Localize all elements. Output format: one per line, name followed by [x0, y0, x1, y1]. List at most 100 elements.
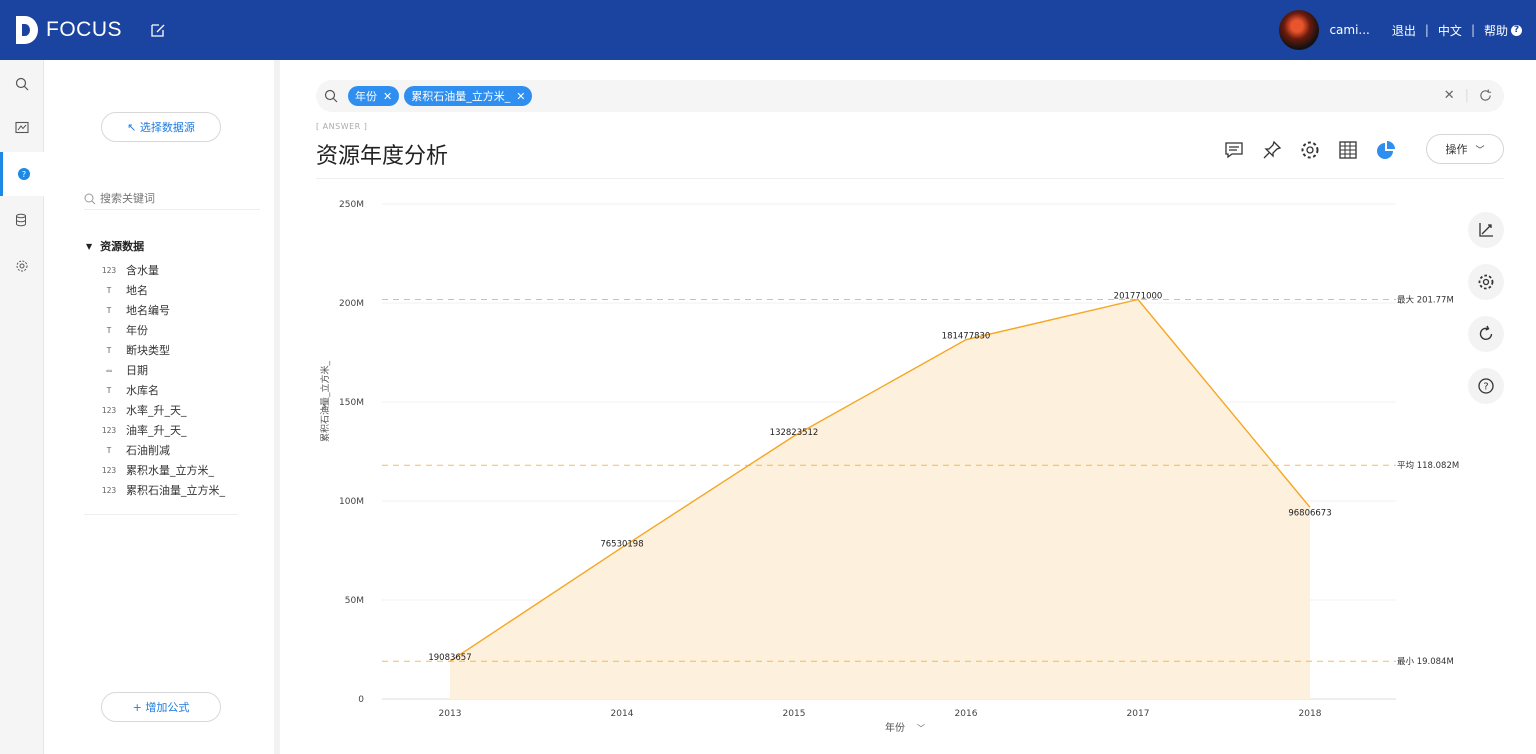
data-label: 96806673: [1288, 508, 1331, 518]
x-tick-label: 2016: [955, 709, 978, 719]
field-item[interactable]: T 地名: [102, 280, 225, 300]
tree-header[interactable]: ▼ 资源数据: [86, 238, 144, 254]
data-source-panel: ↖ 选择数据源 ▼ 资源数据 123 含水量 T 地名 T 地名编号 T 年份 T 断块类型 ▭ 日期…: [44, 60, 280, 754]
field-label: 断块类型: [126, 344, 170, 357]
divider: |: [1464, 88, 1469, 103]
language-link[interactable]: 中文: [1438, 22, 1462, 39]
field-item[interactable]: 123 水率_升_天_: [102, 400, 225, 420]
field-item[interactable]: 123 油率_升_天_: [102, 420, 225, 440]
data-label: 132823512: [770, 428, 819, 438]
gear-icon: [1478, 274, 1494, 290]
axis-icon: [1479, 223, 1493, 237]
text-type-icon: T: [106, 385, 112, 395]
nav-settings[interactable]: [0, 244, 44, 288]
field-label: 水库名: [126, 384, 159, 397]
field-label: 地名编号: [126, 304, 170, 317]
search-icon: [84, 193, 96, 204]
username[interactable]: cami...: [1329, 23, 1369, 37]
number-type-icon: 123: [101, 465, 117, 475]
nav-data[interactable]: [0, 198, 44, 242]
field-list: 123 含水量 T 地名 T 地名编号 T 年份 T 断块类型 ▭ 日期 T 水库名 123 水率_升_天_ 1…: [102, 260, 225, 500]
refresh-icon[interactable]: [1479, 89, 1492, 102]
edit-icon[interactable]: [150, 22, 168, 40]
field-label: 水率_升_天_: [126, 404, 187, 417]
board-icon: [15, 121, 29, 134]
svg-text:?: ?: [1483, 382, 1488, 393]
refresh-icon: [1479, 325, 1493, 340]
axis-button[interactable]: [1468, 212, 1504, 248]
nav-search[interactable]: [0, 62, 44, 106]
number-type-icon: 123: [101, 425, 117, 435]
reference-line-label: 最小 19.084M: [1397, 656, 1454, 667]
x-tick-label: 2014: [611, 709, 634, 719]
field-label: 石油削减: [126, 444, 170, 457]
caret-down-icon: ▼: [86, 241, 93, 251]
x-tick-label: 2015: [783, 709, 806, 719]
data-label: 181477830: [942, 332, 991, 342]
help-button[interactable]: ?: [1468, 368, 1504, 404]
text-type-icon: T: [106, 325, 112, 335]
data-label: 201771000: [1114, 291, 1163, 301]
field-search: [84, 188, 260, 210]
chevron-down-icon: ﹀: [917, 724, 925, 733]
x-axis-label: 年份: [885, 721, 905, 734]
field-label: 地名: [126, 284, 148, 297]
y-tick-label: 100M: [339, 497, 364, 507]
nav-question[interactable]: ?: [0, 152, 44, 196]
field-search-input[interactable]: [100, 192, 240, 205]
add-formula-button[interactable]: + 增加公式: [101, 692, 221, 722]
app-name: FOCUS: [46, 18, 122, 41]
search-icon: [15, 77, 29, 91]
settings-button[interactable]: [1468, 264, 1504, 300]
help-icon[interactable]: ?: [1511, 24, 1522, 36]
question-icon: ?: [17, 168, 30, 180]
field-item[interactable]: 123 含水量: [102, 260, 225, 280]
text-type-icon: T: [106, 445, 112, 455]
refresh-button[interactable]: [1468, 316, 1504, 352]
chevron-down-icon: ﹀: [1475, 145, 1485, 156]
top-bar: FOCUS cami... 退出 | 中文 | 帮助 ?: [0, 0, 1536, 60]
logout-link[interactable]: 退出: [1392, 22, 1416, 39]
focus-logo-icon: [14, 14, 40, 46]
select-datasource-button[interactable]: ↖ 选择数据源: [101, 112, 221, 142]
field-item[interactable]: T 水库名: [102, 380, 225, 400]
field-label: 年份: [126, 324, 148, 337]
field-item[interactable]: ▭ 日期: [102, 360, 225, 380]
field-label: 累积水量_立方米_: [126, 464, 214, 477]
main-area: 年份 ✕ 累积石油量_立方米_ ✕ ✕ | [ ANSWER ] 资源年度分析 操作: [284, 60, 1536, 754]
field-item[interactable]: 123 累积石油量_立方米_: [102, 480, 225, 500]
y-tick-label: 0: [358, 695, 364, 705]
gear-icon: [16, 260, 28, 272]
reference-line-label: 平均 118.082M: [1397, 460, 1459, 471]
divider: [84, 514, 238, 515]
field-item[interactable]: T 年份: [102, 320, 225, 340]
y-tick-label: 150M: [339, 398, 364, 408]
field-item[interactable]: T 地名编号: [102, 300, 225, 320]
field-item[interactable]: T 断块类型: [102, 340, 225, 360]
field-label: 日期: [126, 364, 148, 377]
y-tick-label: 250M: [339, 200, 364, 210]
chart-side-tools: ?: [1468, 212, 1504, 420]
data-label: 19083657: [428, 653, 471, 663]
number-type-icon: 123: [101, 405, 117, 415]
avatar[interactable]: [1279, 10, 1320, 50]
reference-line-label: 最大 201.77M: [1397, 294, 1454, 305]
field-item[interactable]: T 石油削减: [102, 440, 225, 460]
user-menu: cami... 退出 | 中文 | 帮助 ?: [1279, 10, 1522, 50]
field-item[interactable]: 123 累积水量_立方米_: [102, 460, 225, 480]
field-label: 累积石油量_立方米_: [126, 484, 225, 497]
help-link[interactable]: 帮助: [1484, 22, 1508, 39]
text-type-icon: T: [106, 285, 112, 295]
text-type-icon: T: [106, 345, 112, 355]
y-tick-label: 200M: [339, 299, 364, 309]
y-tick-label: 50M: [345, 596, 364, 606]
area-fill: [450, 299, 1310, 699]
data-label: 76530198: [600, 539, 643, 549]
area-chart: 0 50M 100M 150M 200M 250M 最大 201.77M 平均 118.082…: [319, 200, 1459, 734]
number-type-icon: 123: [101, 485, 117, 495]
help-icon: ?: [1478, 378, 1494, 394]
nav-board[interactable]: [0, 106, 44, 150]
app-logo[interactable]: FOCUS: [14, 14, 122, 46]
tree-title: 资源数据: [100, 240, 145, 253]
number-type-icon: 123: [101, 265, 117, 275]
